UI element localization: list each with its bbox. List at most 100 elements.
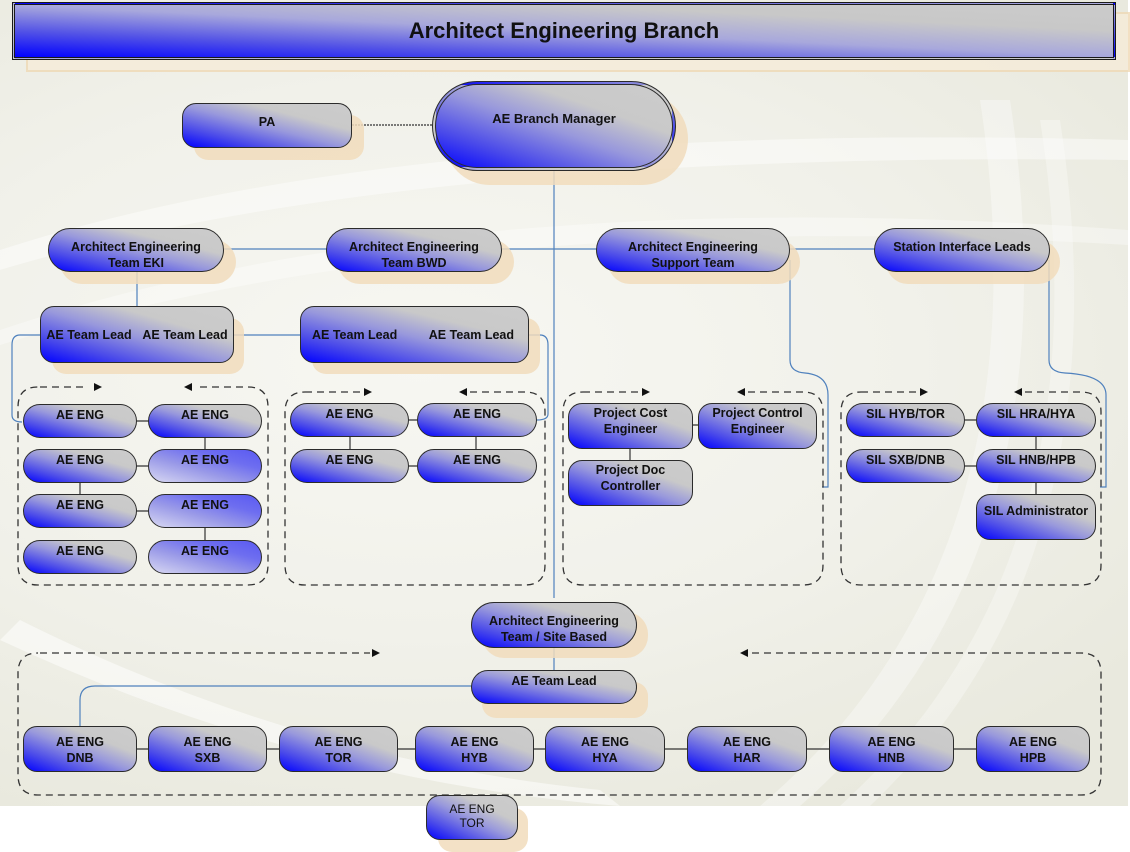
arrow-right-icon [642,388,650,396]
node-site-engineer[interactable]: AE ENG HNB [829,726,954,772]
connector-site-eng [79,685,472,726]
node-label: AE ENG [581,735,629,749]
node-team-support[interactable]: Architect Engineering Support Team [596,228,790,272]
node-eki-engineer[interactable]: AE ENG [23,404,137,438]
node-label: AE ENG [56,498,104,512]
node-label: PA [258,115,276,129]
node-label: Engineer [730,422,785,436]
node-site-engineer[interactable]: AE ENG HYB [415,726,534,772]
node-eki-engineer[interactable]: AE ENG [23,449,137,483]
node-label: AE Team Lead [142,328,228,342]
node-label: AE Team Lead [428,328,514,342]
node-team-bwd[interactable]: Architect Engineering Team BWD [326,228,502,272]
node-label: Project Cost [593,406,668,420]
node-bwd-engineer[interactable]: AE ENG [290,449,409,483]
arrow-left-icon [740,649,748,657]
arrow-right-icon [920,388,928,396]
node-label: AE Team Lead [46,328,132,342]
node-label: HYA [592,751,618,765]
node-label: AE ENG [181,498,229,512]
node-project-control-engineer[interactable]: Project Control Engineer [698,403,817,449]
node-eki-engineer[interactable]: AE ENG [23,540,137,574]
node-team-site-based[interactable]: Architect Engineering Team / Site Based [471,602,637,648]
arrow-right-icon [364,388,372,396]
node-label: SXB [194,751,221,765]
node-label: Support Team [651,256,735,270]
node-label: HYB [461,751,488,765]
node-label: AE ENG [181,544,229,558]
node-branch-manager[interactable]: AE Branch Manager [432,81,676,171]
arrow-right-icon [372,649,380,657]
node-team-eki[interactable]: Architect Engineering Team EKI [48,228,224,272]
node-eki-engineer[interactable]: AE ENG [148,540,262,574]
arrow-left-icon [737,388,745,396]
node-label: AE ENG [56,453,104,467]
node-bwd-engineer[interactable]: AE ENG [417,403,537,437]
node-label: AE ENG [723,735,771,749]
node-label: AE Team Lead [511,674,597,688]
node-eki-leads[interactable]: AE Team Lead AE Team Lead [40,306,234,363]
node-project-doc-controller[interactable]: Project Doc Controller [568,460,693,506]
node-eki-engineer[interactable]: AE ENG [23,494,137,528]
node-site-team-lead[interactable]: AE Team Lead [471,670,637,704]
node-label: HAR [733,751,761,765]
arrow-left-icon [1014,388,1022,396]
node-bwd-leads[interactable]: AE Team Lead AE Team Lead [300,306,529,363]
node-label: TOR [459,816,485,830]
node-label: Team / Site Based [500,630,608,644]
node-bwd-engineer[interactable]: AE ENG [417,449,537,483]
node-label: AE ENG [56,408,104,422]
node-label: SIL HRA/HYA [996,407,1076,421]
node-label: AE ENG [56,544,104,558]
node-label: AE ENG [453,407,501,421]
node-team-sil[interactable]: Station Interface Leads [874,228,1050,272]
node-pa[interactable]: PA [182,103,352,148]
node-label: AE ENG [314,735,363,749]
node-sil-member[interactable]: SIL SXB/DNB [846,449,965,483]
node-label: Project Control [712,406,803,420]
node-label: AE ENG [450,735,499,749]
node-label: AE ENG [56,735,104,749]
node-label: Engineer [603,422,658,436]
node-label: SIL HNB/HPB [996,453,1076,467]
node-label: SIL HYB/TOR [866,407,945,421]
node-label: Architect Engineering [71,240,201,254]
node-site-engineer[interactable]: AE ENG SXB [148,726,267,772]
node-label: AE ENG [1009,735,1057,749]
node-label: HNB [877,751,906,765]
node-sil-administrator[interactable]: SIL Administrator [976,494,1096,540]
connector-support-members [789,260,829,488]
node-label: AE ENG [183,735,232,749]
node-sil-member[interactable]: SIL HYB/TOR [846,403,965,437]
node-label: AE ENG [181,453,229,467]
node-sil-member[interactable]: SIL HNB/HPB [976,449,1096,483]
node-label: Project Doc [595,463,666,477]
node-label: HPB [1019,751,1047,765]
node-label: DNB [66,751,94,765]
node-label: AE Team Lead [312,328,398,342]
node-label: SIL Administrator [983,504,1089,518]
node-extra-engineer-tor[interactable]: AE ENG TOR [426,795,518,840]
node-eki-engineer[interactable]: AE ENG [148,404,262,438]
node-label: AE ENG [181,408,229,422]
node-label: Architect Engineering [489,614,619,628]
arrow-left-icon [184,383,192,391]
node-site-engineer[interactable]: AE ENG HPB [976,726,1090,772]
node-label: Team EKI [107,256,165,270]
node-label: TOR [325,751,352,765]
node-label: AE ENG [325,453,374,467]
node-site-engineer[interactable]: AE ENG DNB [23,726,137,772]
node-label: Controller [600,479,661,493]
node-eki-engineer[interactable]: AE ENG [148,494,262,528]
node-label: Station Interface Leads [893,240,1031,254]
node-eki-engineer[interactable]: AE ENG [148,449,262,483]
node-label: Architect Engineering [349,240,479,254]
node-site-engineer[interactable]: AE ENG HYA [545,726,665,772]
node-sil-member[interactable]: SIL HRA/HYA [976,403,1096,437]
node-project-cost-engineer[interactable]: Project Cost Engineer [568,403,693,449]
node-site-engineer[interactable]: AE ENG HAR [687,726,807,772]
node-label: AE Branch Manager [492,111,616,126]
node-bwd-engineer[interactable]: AE ENG [290,403,409,437]
node-label: AE ENG [449,802,495,816]
node-site-engineer[interactable]: AE ENG TOR [279,726,398,772]
